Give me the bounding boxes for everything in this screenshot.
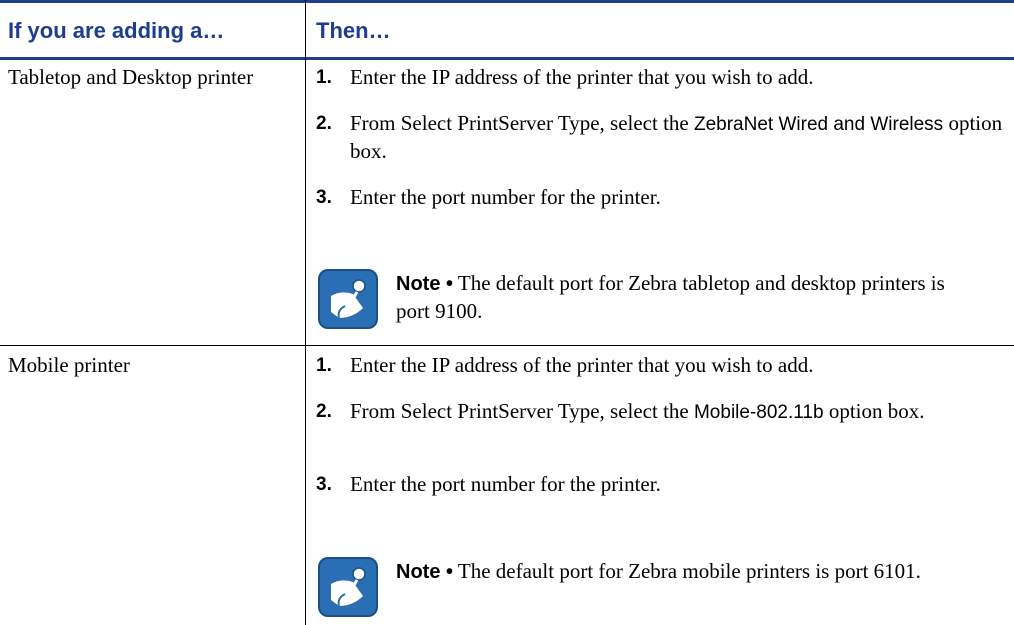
step-number: 2.: [316, 401, 332, 422]
note-text: Note • The default port for Zebra tablet…: [396, 271, 945, 323]
note-pin-icon: [317, 556, 379, 618]
header-rule: [0, 57, 1014, 60]
option-name: Mobile-802.11b: [693, 402, 824, 423]
step-number: 3.: [316, 474, 332, 495]
printer-type-label: Mobile printer: [8, 353, 130, 377]
step-text: Enter the IP address of the printer that…: [350, 353, 814, 377]
step-text: Enter the port number for the printer.: [350, 185, 661, 209]
step-text: Enter the port number for the printer.: [350, 472, 661, 496]
step-number: 1.: [316, 67, 332, 88]
header-adding: If you are adding a…: [8, 18, 225, 43]
step-number: 2.: [316, 113, 332, 134]
step-text: From Select PrintServer Type, select the…: [350, 399, 925, 423]
option-name: ZebraNet Wired and Wireless: [693, 114, 944, 135]
printer-type-label: Tabletop and Desktop printer: [8, 65, 254, 89]
note-text: Note • The default port for Zebra mobile…: [396, 559, 921, 583]
step-text: Enter the IP address of the printer that…: [350, 65, 814, 89]
step-number: 1.: [316, 355, 332, 376]
table-top-rule: [0, 0, 1014, 3]
note-pin-icon: [317, 268, 379, 330]
step-text: From Select PrintServer Type, select the…: [350, 111, 1003, 163]
header-then: Then…: [316, 18, 391, 43]
printer-port-table: If you are adding a… Then… Tabletop and …: [0, 0, 1014, 625]
row-divider: [0, 345, 1014, 346]
column-divider: [305, 0, 306, 625]
step-number: 3.: [316, 187, 332, 208]
